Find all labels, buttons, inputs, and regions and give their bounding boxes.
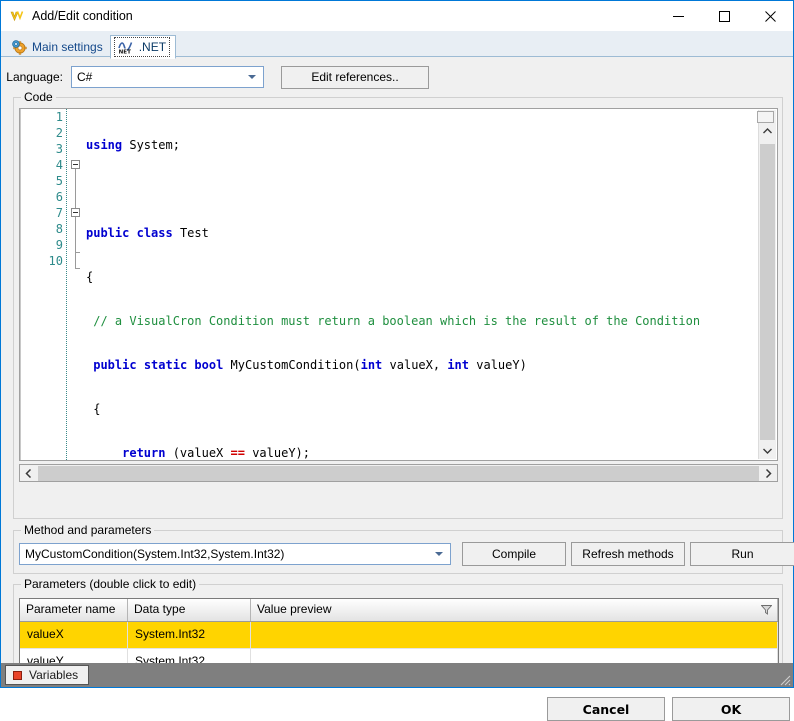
line-number: 5: [55, 174, 63, 188]
editor-vertical-scrollbar[interactable]: [757, 110, 776, 459]
language-combo-value: C#: [77, 70, 93, 84]
cancel-button[interactable]: Cancel: [547, 697, 665, 721]
scroll-up-icon[interactable]: [759, 122, 776, 139]
scroll-right-icon[interactable]: [760, 465, 777, 481]
gear-icon: [11, 39, 27, 55]
language-label: Language:: [6, 70, 63, 84]
tab-strip: Main settings NET .NET: [1, 31, 793, 59]
edit-references-button[interactable]: Edit references..: [281, 65, 429, 89]
fold-toggle-icon[interactable]: [71, 160, 80, 169]
line-number: 4: [55, 158, 63, 172]
line-number: 9: [55, 238, 63, 252]
visualcron-v-icon: [9, 8, 25, 24]
table-row[interactable]: valueX System.Int32: [20, 622, 778, 649]
scrollbar-corner: [757, 111, 774, 123]
maximize-button[interactable]: [701, 1, 747, 31]
method-combo[interactable]: MyCustomCondition(System.Int32,System.In…: [19, 543, 451, 565]
scroll-thumb[interactable]: [760, 144, 775, 440]
resize-grip[interactable]: [777, 672, 791, 686]
tab-dotnet[interactable]: NET .NET: [109, 35, 177, 59]
line-number: 7: [55, 206, 63, 220]
line-number: 1: [55, 110, 63, 124]
chevron-down-icon: [435, 552, 443, 556]
code-folding-column[interactable]: [69, 109, 83, 460]
parameters-grid-header: Parameter name Data type Value preview: [20, 599, 778, 622]
column-header-value-preview[interactable]: Value preview: [251, 599, 778, 621]
svg-text:NET: NET: [118, 50, 131, 55]
code-group-title: Code: [21, 90, 56, 104]
method-group-title: Method and parameters: [21, 523, 155, 537]
fold-toggle-icon[interactable]: [71, 208, 80, 217]
refresh-methods-button[interactable]: Refresh methods: [571, 542, 685, 566]
language-row: Language: C# Edit references..: [1, 65, 793, 89]
tab-main-settings-label: Main settings: [32, 40, 103, 54]
chevron-down-icon: [248, 75, 256, 79]
editor-horizontal-scrollbar[interactable]: [19, 464, 778, 482]
window-title: Add/Edit condition: [32, 9, 133, 23]
code-group: Code 1 2 3 4 5 6 7 8 9 10 using System; …: [13, 90, 783, 519]
scroll-down-icon[interactable]: [759, 442, 776, 459]
column-header-parameter-name[interactable]: Parameter name: [20, 599, 128, 621]
parameters-group-title: Parameters (double click to edit): [21, 577, 200, 591]
add-edit-condition-dialog: Add/Edit condition Main settings NET .NE…: [0, 0, 794, 721]
red-square-icon: [13, 670, 22, 680]
hscroll-thumb[interactable]: [38, 465, 759, 481]
close-button[interactable]: [747, 1, 793, 31]
run-button[interactable]: Run: [690, 542, 794, 566]
variables-button[interactable]: Variables: [5, 665, 90, 685]
line-number: 6: [55, 190, 63, 204]
code-editor[interactable]: 1 2 3 4 5 6 7 8 9 10 using System; publi…: [19, 108, 778, 461]
dialog-body: Language: C# Edit references.. Code 1 2 …: [1, 57, 794, 721]
variables-button-label: Variables: [29, 668, 79, 682]
tab-main-settings[interactable]: Main settings: [6, 36, 110, 58]
compile-button[interactable]: Compile: [462, 542, 566, 566]
method-combo-value: MyCustomCondition(System.Int32,System.In…: [25, 547, 285, 561]
line-number-gutter: 1 2 3 4 5 6 7 8 9 10: [20, 109, 69, 460]
cell-data-type: System.Int32: [128, 622, 251, 648]
dotnet-icon: NET: [117, 39, 134, 56]
cell-parameter-name: valueX: [20, 622, 128, 648]
tab-dotnet-label: .NET: [138, 40, 167, 54]
filter-icon[interactable]: [760, 604, 773, 615]
status-bar: Variables: [1, 663, 793, 687]
ok-button[interactable]: OK: [672, 697, 790, 721]
line-number: 3: [55, 142, 63, 156]
cell-value-preview: [251, 622, 778, 648]
code-text[interactable]: using System; public class Test { // a V…: [83, 109, 777, 460]
line-number: 10: [48, 254, 63, 268]
title-bar: Add/Edit condition: [1, 1, 793, 31]
minimize-button[interactable]: [655, 1, 701, 31]
scroll-left-icon[interactable]: [20, 465, 37, 481]
line-number: 2: [55, 126, 63, 140]
method-group: Method and parameters MyCustomCondition(…: [13, 523, 794, 574]
window-controls: [655, 1, 793, 31]
language-combo[interactable]: C#: [71, 66, 264, 88]
column-header-data-type[interactable]: Data type: [128, 599, 251, 621]
line-number: 8: [55, 222, 63, 236]
